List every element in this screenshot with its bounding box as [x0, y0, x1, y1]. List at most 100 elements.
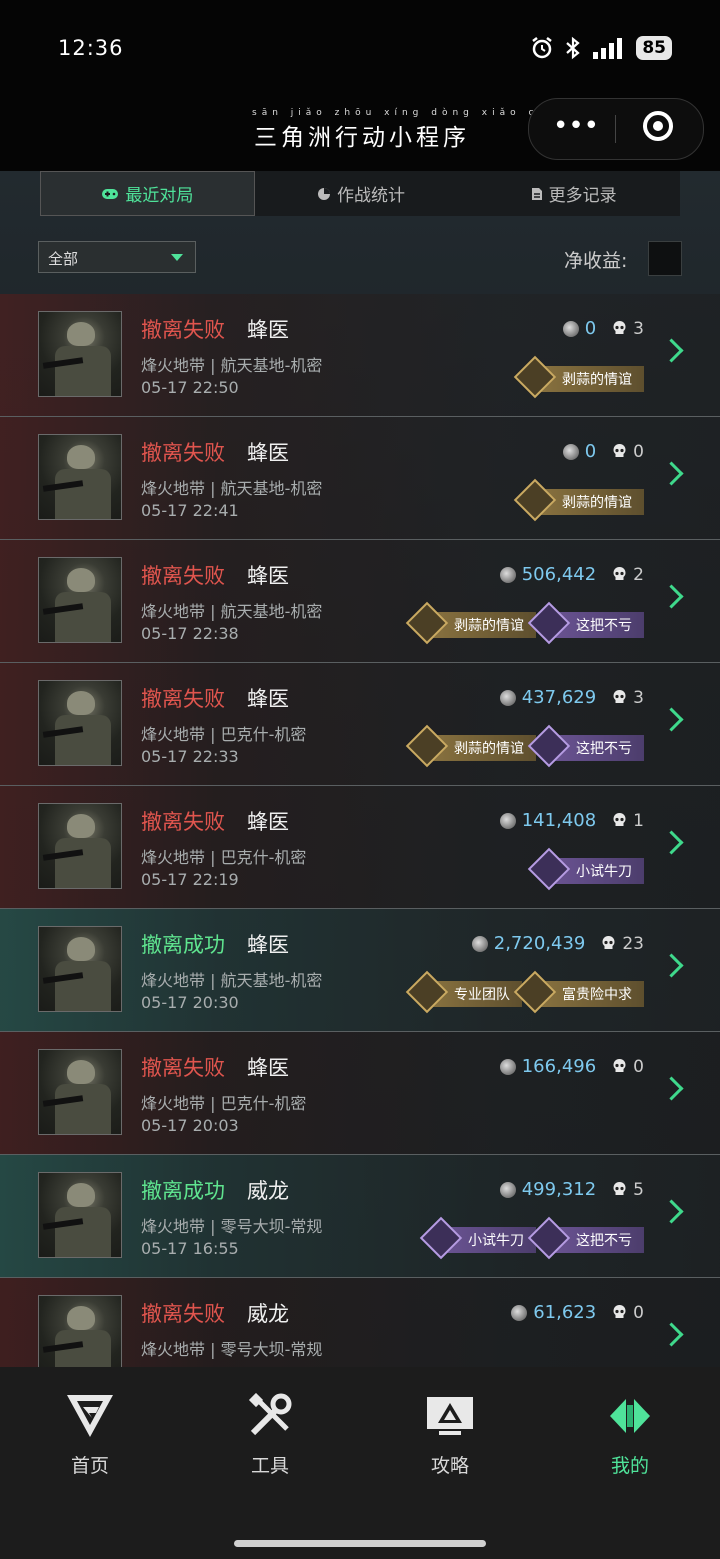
home-indicator[interactable]: [234, 1540, 486, 1547]
chevron-right-icon[interactable]: [659, 1199, 684, 1224]
close-miniprogram-icon[interactable]: [643, 111, 673, 141]
match-row[interactable]: 撤离失败 蜂医 烽火地带 | 巴克什-机密 05-17 22:33 437,629 3 剥蒜…: [0, 663, 720, 786]
match-result: 撤离失败: [141, 1056, 225, 1080]
match-time: 05-17 16:55: [141, 1239, 239, 1258]
tab-label: 更多记录: [548, 186, 617, 206]
chevron-right-icon[interactable]: [659, 461, 684, 486]
match-row[interactable]: 撤离失败 蜂医 烽火地带 | 航天基地-机密 05-17 22:50 0 3 剥蒜的情谊: [0, 294, 720, 417]
match-row[interactable]: 撤离失败 蜂医 烽火地带 | 巴克什-机密 05-17 20:03 166,496 0: [0, 1032, 720, 1155]
skull-icon: [613, 1059, 626, 1072]
match-result: 撤离失败: [141, 318, 225, 342]
chevron-right-icon[interactable]: [659, 338, 684, 363]
achievement-badge: 这把不亏: [527, 601, 644, 645]
tabbar-label: 攻略: [430, 1455, 469, 1477]
pie-chart-icon: [318, 187, 330, 200]
match-kills: 1: [633, 810, 644, 831]
operator-avatar: [38, 1172, 122, 1258]
profile-logo-icon: [610, 1399, 650, 1433]
tab-more-records[interactable]: 更多记录: [467, 171, 680, 216]
net-income-label: 净收益:: [564, 250, 628, 272]
bluetooth-icon: [566, 36, 581, 60]
chevron-right-icon[interactable]: [659, 1322, 684, 1347]
match-kills: 0: [633, 1056, 644, 1077]
alarm-icon: [532, 37, 553, 59]
match-time: 05-17 22:19: [141, 870, 239, 889]
chevron-right-icon[interactable]: [659, 1076, 684, 1101]
achievement-badges: 剥蒜的情谊 这把不亏: [405, 601, 644, 645]
chevron-right-icon[interactable]: [659, 830, 684, 855]
match-time: 05-17 20:30: [141, 993, 239, 1012]
match-income: 437,629: [521, 687, 597, 708]
match-time: 05-17 22:50: [141, 378, 239, 397]
match-income: 499,312: [521, 1179, 597, 1200]
badge-emblem-icon: [405, 601, 449, 645]
mode-filter-select[interactable]: 全部: [38, 241, 196, 273]
match-row[interactable]: 撤离失败 蜂医 烽火地带 | 航天基地-机密 05-17 22:38 506,442 2 剥…: [0, 540, 720, 663]
achievement-badge: 小试牛刀: [527, 847, 644, 891]
tabbar-home[interactable]: 首页: [30, 1393, 150, 1478]
tabbar-mine[interactable]: 我的: [570, 1393, 690, 1478]
match-income: 141,408: [521, 810, 597, 831]
match-row[interactable]: 撤离失败 蜂医 烽火地带 | 巴克什-机密 05-17 22:19 141,408 1 小试…: [0, 786, 720, 909]
match-map: 烽火地带 | 巴克什-机密: [141, 725, 307, 744]
tab-label: 最近对局: [125, 186, 194, 206]
match-income: 61,623: [533, 1302, 597, 1323]
mini-program-header: sān jiǎo zhōu xíng dòng xiǎo chéng xù 三角…: [0, 96, 720, 171]
match-row[interactable]: 撤离成功 威龙 烽火地带 | 零号大坝-常规 05-17 16:55 499,312 5 小…: [0, 1155, 720, 1278]
achievement-badge: 剥蒜的情谊: [405, 601, 536, 645]
match-stats: 00: [562, 441, 644, 462]
match-kills: 2: [633, 564, 644, 585]
achievement-badge: 这把不亏: [527, 724, 644, 768]
operator-avatar: [38, 1049, 122, 1135]
bottom-tab-bar: 首页 工具 攻略 我的: [0, 1367, 720, 1559]
net-income-checkbox[interactable]: [648, 241, 682, 276]
coin-icon: [499, 689, 516, 706]
match-income: 0: [584, 318, 597, 339]
match-list: 撤离失败 蜂医 烽火地带 | 航天基地-机密 05-17 22:50 0 3 剥蒜的情谊 撤离…: [0, 294, 720, 1367]
more-icon[interactable]: •••: [553, 113, 599, 141]
operator-name: 蜂医: [247, 810, 289, 834]
caret-down-icon: [171, 254, 183, 261]
battery-indicator: 85: [636, 36, 672, 60]
match-row[interactable]: 撤离成功 蜂医 烽火地带 | 航天基地-机密 05-17 20:30 2,720,439…: [0, 909, 720, 1032]
match-stats: 506,442 2: [499, 564, 644, 585]
operator-avatar: [38, 926, 122, 1012]
badge-label: 剥蒜的情谊: [454, 741, 524, 757]
badge-label: 这把不亏: [576, 741, 632, 757]
match-income: 2,720,439: [493, 933, 586, 954]
match-kills: 0: [633, 1302, 644, 1323]
achievement-badges: 专业团队 富贵险中求: [405, 970, 644, 1014]
badge-label: 剥蒜的情谊: [562, 495, 632, 511]
tabbar-guide[interactable]: 攻略: [390, 1393, 510, 1478]
match-stats: 437,629 3: [499, 687, 644, 708]
coin-icon: [562, 443, 579, 460]
skull-icon: [602, 936, 615, 949]
title-pinyin: sān jiǎo zhōu xíng dòng xiǎo chéng xù: [252, 108, 610, 118]
tabbar-tools[interactable]: 工具: [210, 1392, 330, 1478]
gamepad-icon: [102, 188, 119, 199]
badge-label: 剥蒜的情谊: [562, 372, 632, 388]
skull-icon: [613, 690, 626, 703]
tab-battle-stats[interactable]: 作战统计: [255, 171, 468, 216]
skull-icon: [613, 1305, 626, 1318]
operator-name: 威龙: [247, 1302, 289, 1326]
match-row[interactable]: 撤离失败 威龙 烽火地带 | 零号大坝-常规 61,623 0: [0, 1278, 720, 1367]
match-time: 05-17 22:38: [141, 624, 239, 643]
achievement-badge: 剥蒜的情谊: [405, 724, 536, 768]
tab-recent-matches[interactable]: 最近对局: [40, 171, 255, 216]
match-time: 05-17 22:33: [141, 747, 239, 766]
chevron-right-icon[interactable]: [659, 584, 684, 609]
match-row[interactable]: 撤离失败 蜂医 烽火地带 | 航天基地-机密 05-17 22:41 0 0 剥蒜的情谊: [0, 417, 720, 540]
achievement-badge: 专业团队: [405, 970, 522, 1014]
match-result: 撤离失败: [141, 687, 225, 711]
match-kills: 23: [622, 933, 644, 954]
achievement-badge: 这把不亏: [527, 1216, 644, 1260]
chevron-right-icon[interactable]: [659, 953, 684, 978]
skull-icon: [613, 813, 626, 826]
match-kills: 3: [633, 318, 644, 339]
badge-label: 这把不亏: [576, 1233, 632, 1249]
chevron-right-icon[interactable]: [659, 707, 684, 732]
match-stats: 166,496 0: [499, 1056, 644, 1077]
skull-icon: [613, 321, 626, 334]
coin-icon: [499, 566, 516, 583]
